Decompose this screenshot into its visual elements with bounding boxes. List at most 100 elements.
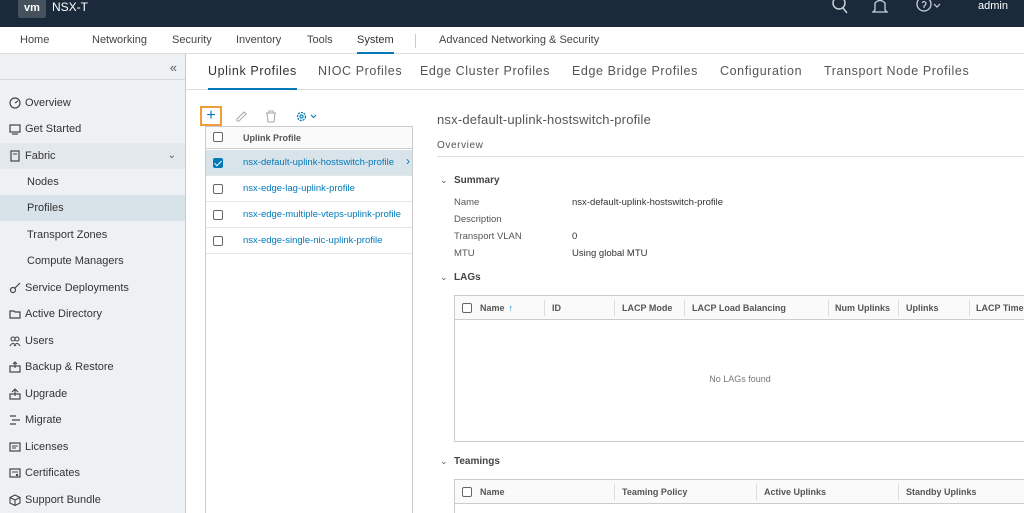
tab-edge-bridge-profiles[interactable]: Edge Bridge Profiles [572, 64, 698, 90]
profile-name-link[interactable]: nsx-edge-multiple-vteps-uplink-profile [243, 209, 403, 220]
nav-tools[interactable]: Tools [307, 27, 333, 54]
user-menu[interactable]: admin [978, 0, 1008, 13]
bell-icon[interactable] [872, 0, 888, 14]
profile-name-link[interactable]: nsx-default-uplink-hostswitch-profile [243, 157, 403, 168]
gauge-icon [9, 97, 21, 109]
license-icon [9, 442, 21, 452]
sidebar-item-nodes[interactable]: Nodes [0, 169, 185, 195]
lags-table-header: Name ↑ ID LACP Mode LACP Load Balancing N… [455, 296, 1024, 320]
main-nav: Home Networking Security Inventory Tools… [0, 27, 1024, 54]
field-value: Using global MTU [572, 248, 648, 259]
sidebar-item-get-started[interactable]: Get Started [0, 116, 185, 142]
sidebar-item-backup-restore[interactable]: Backup & Restore [0, 354, 185, 380]
tab-overview[interactable]: Overview [437, 140, 483, 151]
tab-edge-cluster-profiles[interactable]: Edge Cluster Profiles [420, 64, 550, 90]
sidebar-item-licenses[interactable]: Licenses [0, 434, 185, 460]
column-num-uplinks[interactable]: Num Uplinks [835, 303, 890, 313]
tab-nioc-profiles[interactable]: NIOC Profiles [318, 64, 402, 90]
sidebar-item-support-bundle[interactable]: Support Bundle [0, 487, 185, 513]
teamings-table: Name Teaming Policy Active Uplinks Stand… [454, 479, 1024, 513]
edit-icon[interactable] [235, 110, 248, 126]
summary-section-toggle[interactable]: ⌄ Summary [440, 175, 500, 186]
select-all-checkbox[interactable] [213, 132, 223, 142]
sidebar-item-label: Overview [25, 97, 71, 109]
select-all-checkbox[interactable] [462, 487, 472, 497]
list-item[interactable]: nsx-edge-single-nic-uplink-profile [206, 228, 412, 254]
sort-ascending-icon: ↑ [508, 303, 514, 313]
sidebar-item-overview[interactable]: Overview [0, 90, 185, 116]
sidebar-divider [0, 79, 185, 80]
search-icon[interactable] [831, 0, 849, 14]
sidebar-item-profiles[interactable]: Profiles [0, 195, 185, 221]
profile-name-link[interactable]: nsx-edge-lag-uplink-profile [243, 183, 403, 194]
upgrade-icon [9, 388, 21, 400]
row-checkbox[interactable] [213, 158, 223, 168]
sidebar-item-label: Migrate [25, 414, 62, 426]
column-standby-uplinks[interactable]: Standby Uplinks [906, 487, 977, 497]
top-header: vm NSX-T admin [0, 0, 1024, 27]
certificate-icon [9, 468, 21, 478]
profile-name-link[interactable]: nsx-edge-single-nic-uplink-profile [243, 235, 403, 246]
column-lacp-mode[interactable]: LACP Mode [622, 303, 672, 313]
field-label: MTU [454, 248, 475, 259]
lags-table: Name ↑ ID LACP Mode LACP Load Balancing N… [454, 295, 1024, 442]
uplink-profile-list: Uplink Profile nsx-default-uplink-hostsw… [205, 126, 413, 513]
collapse-sidebar-icon[interactable]: « [170, 60, 177, 75]
column-lacp-time[interactable]: LACP Time [976, 303, 1024, 313]
tab-configuration[interactable]: Configuration [720, 64, 802, 90]
sidebar-item-upgrade[interactable]: Upgrade [0, 381, 185, 407]
help-icon[interactable] [916, 0, 942, 14]
chevron-down-icon: ⌄ [440, 175, 448, 185]
row-checkbox[interactable] [213, 210, 223, 220]
sidebar-item-compute-managers[interactable]: Compute Managers [0, 248, 185, 274]
nav-advanced-networking[interactable]: Advanced Networking & Security [439, 27, 599, 54]
column-lacp-load-balancing[interactable]: LACP Load Balancing [692, 303, 786, 313]
list-item[interactable]: nsx-default-uplink-hostswitch-profile › [206, 150, 412, 176]
sidebar-item-transport-zones[interactable]: Transport Zones [0, 222, 185, 248]
sidebar-item-certificates[interactable]: Certificates [0, 460, 185, 486]
profile-tabs: Uplink Profiles NIOC Profiles Edge Clust… [186, 54, 1024, 90]
column-teaming-policy[interactable]: Teaming Policy [622, 487, 687, 497]
list-item[interactable]: nsx-edge-multiple-vteps-uplink-profile [206, 202, 412, 228]
sidebar-item-migrate[interactable]: Migrate [0, 407, 185, 433]
sidebar-item-service-deployments[interactable]: Service Deployments [0, 275, 185, 301]
row-checkbox[interactable] [213, 236, 223, 246]
key-icon [9, 282, 21, 294]
sidebar-item-fabric[interactable]: Fabric ⌄ [0, 143, 185, 169]
sidebar-item-label: Get Started [25, 123, 82, 135]
chevron-down-icon[interactable]: ⌄ [168, 143, 176, 169]
sidebar-item-label: Fabric [25, 150, 56, 162]
sidebar-item-label: Active Directory [25, 308, 103, 320]
nav-system[interactable]: System [357, 27, 394, 54]
tab-transport-node-profiles[interactable]: Transport Node Profiles [824, 64, 969, 90]
column-name[interactable]: Name ↑ [480, 303, 513, 313]
sidebar-item-users[interactable]: Users [0, 328, 185, 354]
nav-networking[interactable]: Networking [92, 27, 147, 54]
column-active-uplinks[interactable]: Active Uplinks [764, 487, 826, 497]
sidebar-item-label: Service Deployments [25, 282, 129, 294]
sidebar-item-active-directory[interactable]: Active Directory [0, 301, 185, 327]
delete-icon[interactable] [265, 110, 277, 126]
tab-uplink-profiles[interactable]: Uplink Profiles [208, 64, 297, 90]
column-name[interactable]: Name [480, 487, 505, 497]
select-all-checkbox[interactable] [462, 303, 472, 313]
folder-icon [9, 310, 21, 319]
app-title: NSX-T [52, 0, 88, 14]
sidebar-item-label: Transport Zones [27, 229, 108, 241]
chevron-down-icon: ⌄ [440, 272, 448, 282]
row-checkbox[interactable] [213, 184, 223, 194]
vmware-logo: vm [18, 0, 46, 18]
sidebar-item-label: Upgrade [25, 388, 68, 400]
nav-home[interactable]: Home [20, 27, 49, 54]
teamings-section-toggle[interactable]: ⌄ Teamings [440, 456, 500, 467]
lags-section-toggle[interactable]: ⌄ LAGs [440, 272, 481, 283]
list-item[interactable]: nsx-edge-lag-uplink-profile [206, 176, 412, 202]
add-button[interactable]: + [200, 106, 222, 126]
bundle-icon [9, 494, 21, 506]
nav-security[interactable]: Security [172, 27, 212, 54]
nav-inventory[interactable]: Inventory [236, 27, 281, 54]
sidebar-item-label: Nodes [27, 176, 59, 188]
gear-icon[interactable] [295, 110, 321, 126]
column-uplinks[interactable]: Uplinks [906, 303, 939, 313]
column-id[interactable]: ID [552, 303, 561, 313]
